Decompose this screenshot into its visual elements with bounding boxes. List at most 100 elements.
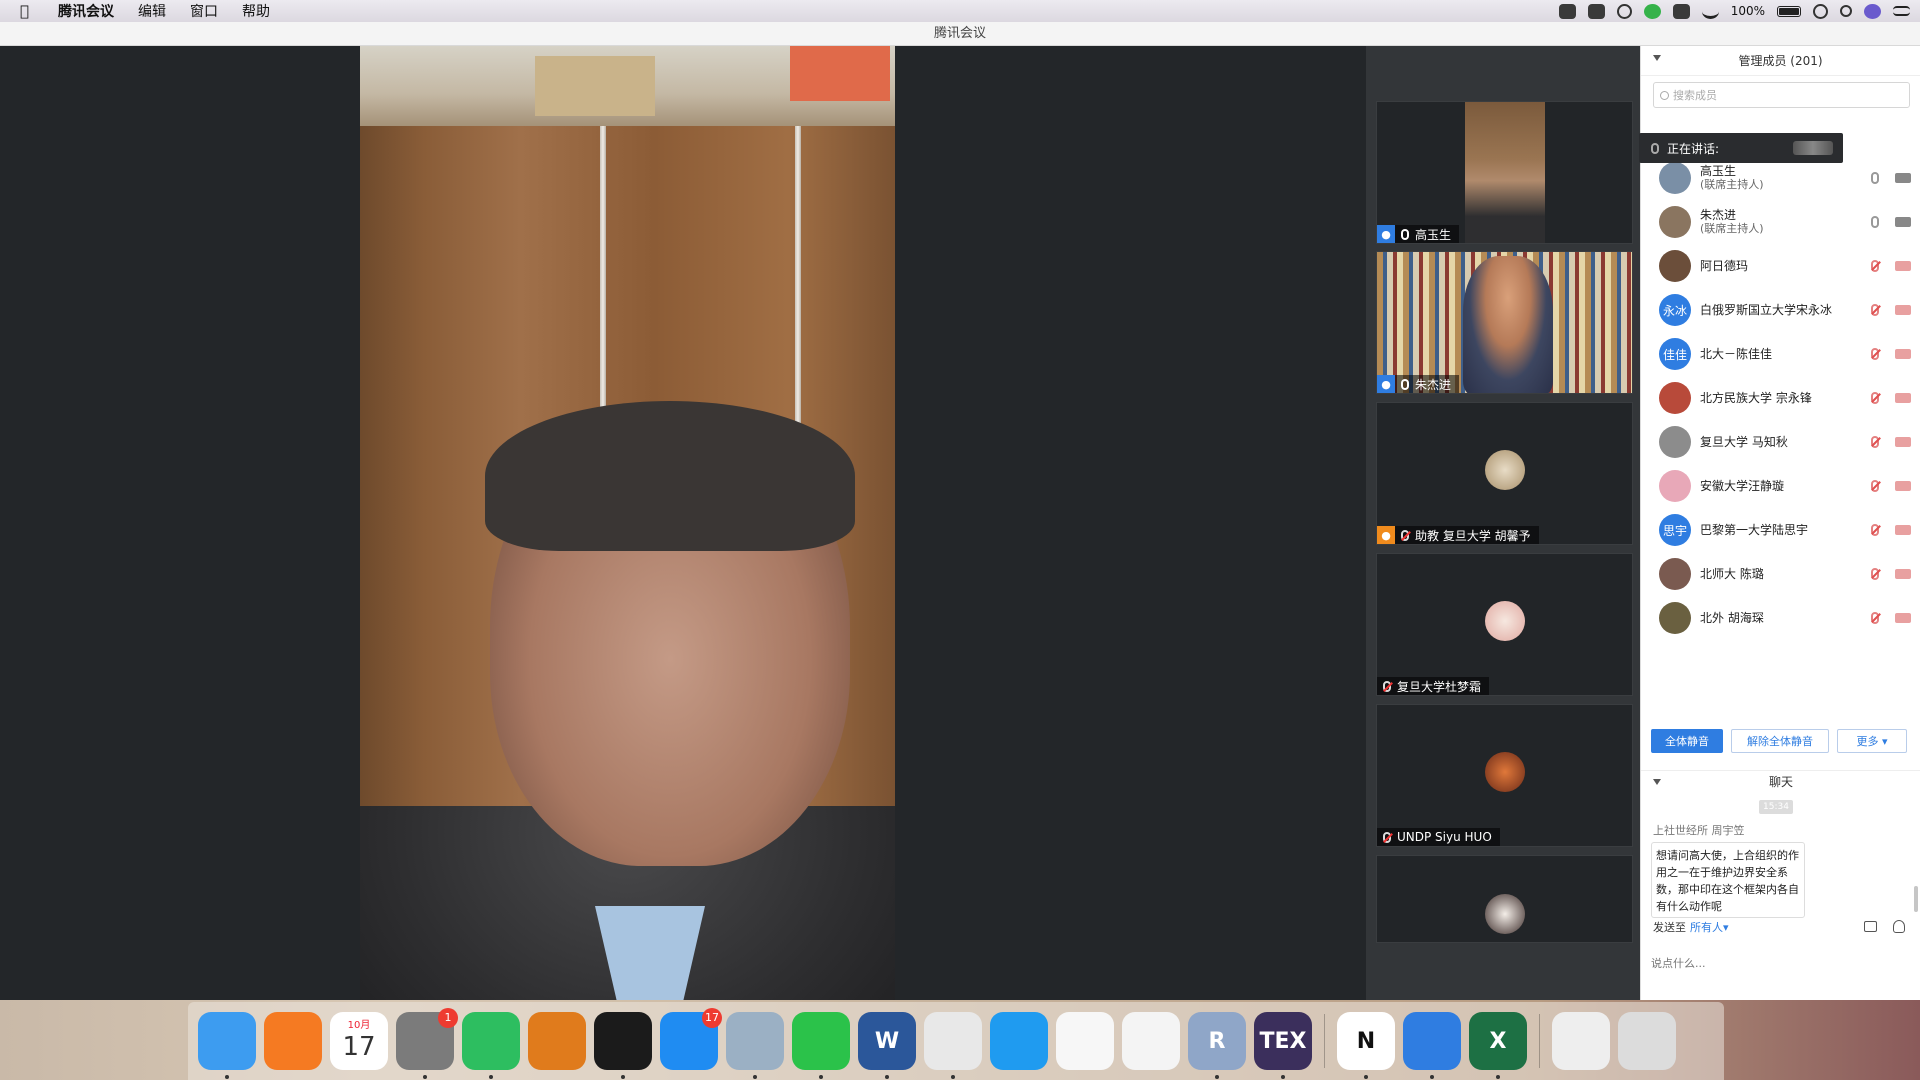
battery-icon[interactable] [1777,5,1801,17]
search-icon[interactable] [1840,5,1852,17]
mic-muted-icon[interactable] [1871,524,1879,536]
unmute-all-button[interactable]: 解除全体静音 [1731,729,1829,753]
camera-off-icon[interactable] [1895,393,1911,403]
main-video-area[interactable] [0,46,1366,1000]
camera-off-icon[interactable] [1895,305,1911,315]
avatar: 佳佳 [1659,338,1691,370]
member-row[interactable]: 佳佳 北大－陈佳佳 [1641,332,1920,376]
keynote-icon[interactable] [990,1012,1048,1070]
camera-off-icon[interactable] [1895,437,1911,447]
dock-icon-label: X [1489,1028,1507,1054]
send-to-dropdown[interactable]: 所有人▾ [1690,919,1729,935]
tile-name: 高玉生 [1415,227,1452,242]
member-name: 朱杰进 [1700,208,1737,222]
menu-edit[interactable]: 编辑 [138,1,166,21]
member-row[interactable]: 北师大 陈璐 [1641,552,1920,596]
running-indicator [1364,1075,1368,1079]
mic-muted-icon[interactable] [1871,348,1879,360]
member-row[interactable]: 永冰 白俄罗斯国立大学宋永冰 [1641,288,1920,332]
member-row[interactable]: 北外 胡海琛 [1641,596,1920,636]
menu-app-name[interactable]: 腾讯会议 [58,1,114,21]
chat-sender: 上社世经所 周宇笠 [1653,824,1745,837]
mute-all-button[interactable]: 全体静音 [1651,729,1723,753]
avatar [1659,206,1691,238]
video-tile[interactable]: ● 助教 复旦大学 胡馨予 [1376,402,1633,545]
member-name-block: 北师大 陈璐 [1700,567,1764,581]
camera-off-icon[interactable] [1895,481,1911,491]
mic-muted-icon[interactable] [1871,612,1879,624]
preview-icon[interactable] [726,1012,784,1079]
input-method-icon[interactable] [1672,3,1690,19]
wechat-icon[interactable] [792,1012,850,1079]
member-row[interactable]: 朱杰进 (联席主持人) [1641,200,1920,244]
qq-icon[interactable] [594,1012,652,1079]
member-row[interactable]: 思宇 巴黎第一大学陆思宇 [1641,508,1920,552]
calendar-icon[interactable]: 10月 17 [330,1012,388,1070]
dock-icon-label: R [1208,1028,1226,1054]
calendar-day: 17 [342,1032,376,1062]
member-name-block: 北方民族大学 宗永锋 [1700,391,1812,405]
menu-window[interactable]: 窗口 [190,1,218,21]
more-button[interactable]: 更多 ▾ [1837,729,1907,753]
wifi-icon[interactable] [1701,4,1719,19]
camera-icon[interactable] [1895,217,1911,227]
do-not-disturb-icon[interactable] [1813,3,1828,19]
member-row[interactable]: 安徽大学汪静璇 [1641,464,1920,508]
reminders-icon[interactable] [1056,1012,1114,1070]
video-tile[interactable]: ● 朱杰进 [1376,251,1633,394]
camera-off-icon[interactable] [1895,349,1911,359]
word-icon[interactable]: W [858,1012,916,1079]
notification-center-icon[interactable] [1893,6,1910,16]
camera-off-icon[interactable] [1895,613,1911,623]
sublime-icon[interactable] [528,1012,586,1070]
mic-muted-icon[interactable] [1871,260,1879,272]
menu-help[interactable]: 帮助 [242,1,270,21]
member-row[interactable]: 北方民族大学 宗永锋 [1641,376,1920,420]
firefox-icon[interactable] [264,1012,322,1070]
camera-off-icon[interactable] [1895,261,1911,271]
evernote-icon[interactable] [462,1012,520,1079]
camera-icon[interactable] [1895,173,1911,183]
excel-icon[interactable]: X [1469,1012,1527,1079]
video-tile[interactable]: UNDP Siyu HUO [1376,704,1633,847]
search-members-field[interactable]: 搜索成员 [1653,82,1910,108]
finder-icon[interactable] [198,1012,256,1079]
member-row[interactable]: 阿日德玛 [1641,244,1920,288]
tencent-meeting-icon[interactable] [1403,1012,1461,1079]
green-n-status-icon[interactable] [1643,3,1661,19]
r-lang-icon[interactable]: R [1188,1012,1246,1079]
speaker-video[interactable] [360,46,895,1000]
person-settings-icon[interactable] [1893,920,1905,933]
trash-icon[interactable] [1618,1012,1676,1070]
numbers-icon[interactable] [1122,1012,1180,1070]
chat-scrollbar[interactable] [1914,886,1918,912]
apple-menu-icon[interactable]:  [20,2,42,20]
chat-input[interactable] [1651,948,1909,978]
tex-icon[interactable]: TEX [1254,1012,1312,1079]
mic-muted-icon[interactable] [1871,392,1879,404]
video-tile[interactable] [1376,855,1633,943]
image-icon[interactable] [1864,921,1877,932]
system-preferences-icon[interactable]: 1 [396,1008,458,1079]
collapse-icon[interactable] [1653,55,1661,61]
notion-icon[interactable]: N [1337,1012,1395,1079]
collapse-icon[interactable] [1653,779,1661,785]
cloud-status-icon[interactable] [1587,3,1605,19]
mic-icon[interactable] [1871,172,1879,184]
camera-off-icon[interactable] [1895,525,1911,535]
camera-off-icon[interactable] [1895,569,1911,579]
video-tile[interactable]: 复旦大学杜梦霜 [1376,553,1633,696]
document-icon[interactable] [1552,1012,1610,1070]
wechat-status-icon[interactable] [1558,3,1576,19]
circle-status-icon[interactable] [1616,3,1632,19]
app-store-icon[interactable]: 17 [660,1008,722,1070]
mic-icon[interactable] [1871,216,1879,228]
mic-muted-icon[interactable] [1871,568,1879,580]
mic-muted-icon[interactable] [1871,304,1879,316]
mic-muted-icon[interactable] [1871,480,1879,492]
chrome-icon[interactable] [924,1012,982,1079]
video-tile[interactable]: ● 高玉生 [1376,101,1633,244]
siri-icon[interactable] [1864,3,1881,19]
member-row[interactable]: 复旦大学 马知秋 [1641,420,1920,464]
mic-muted-icon[interactable] [1871,436,1879,448]
